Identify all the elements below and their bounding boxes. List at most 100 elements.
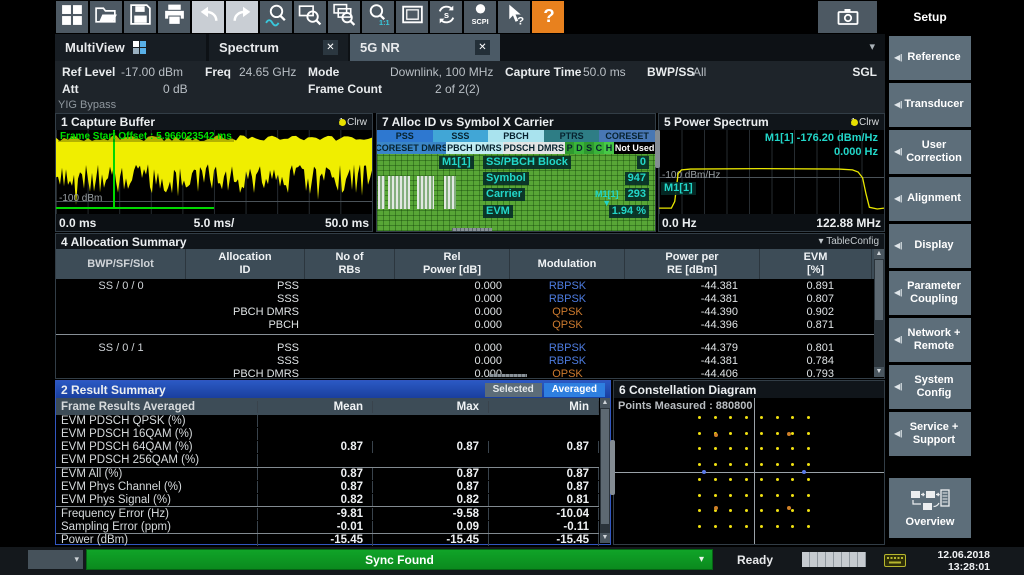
- horizontal-scrollbar[interactable]: [448, 226, 496, 233]
- vertical-scrollbar[interactable]: ▲ ▼: [874, 249, 884, 377]
- softkey-user-correction[interactable]: ◀|User Correction: [889, 130, 971, 174]
- mode-value[interactable]: Downlink, 100 MHz: [390, 65, 493, 79]
- windows-button[interactable]: [56, 1, 88, 33]
- allocation-row[interactable]: SS / 0 / 1PSS0.000RBPSK-44.3790.801: [56, 341, 874, 354]
- undo-button[interactable]: [192, 1, 224, 33]
- softkey-alignment[interactable]: ◀|Alignment: [889, 177, 971, 221]
- result-view-tab-selected[interactable]: Selected: [485, 383, 542, 397]
- display-window-button[interactable]: [396, 1, 428, 33]
- tab-multiview[interactable]: MultiView: [55, 34, 206, 61]
- window-title-bar[interactable]: 4 Allocation Summary ▾ TableConfig: [56, 234, 884, 249]
- alloc-map-plot[interactable]: M1[1]SS/PBCH Block0Symbol947Carrier293EV…: [377, 154, 655, 231]
- close-tab-icon[interactable]: ✕: [475, 40, 490, 55]
- tab-list-dropdown-icon[interactable]: ▾: [869, 40, 875, 53]
- window-constellation[interactable]: 6 Constellation Diagram Points Measured …: [613, 380, 885, 545]
- bwp-ss-value[interactable]: All: [693, 65, 706, 79]
- allocation-row[interactable]: SSS0.000RBPSK-44.3810.784: [56, 354, 874, 367]
- freq-value[interactable]: 24.65 GHz: [239, 65, 296, 79]
- result-row[interactable]: EVM PDSCH 16QAM (%): [56, 428, 599, 441]
- redo-button[interactable]: [226, 1, 258, 33]
- sequencer-button[interactable]: s: [430, 1, 462, 33]
- date-time[interactable]: 12.06.2018 13:28:01: [905, 549, 990, 573]
- constellation-plot[interactable]: Points Measured : 880800: [614, 398, 884, 544]
- softkey-overview[interactable]: Overview: [889, 478, 971, 538]
- softkey-network-remote[interactable]: ◀|Network + Remote: [889, 318, 971, 362]
- result-row[interactable]: Sampling Error (ppm)-0.010.09-0.11: [56, 520, 599, 533]
- softkey-parameter-coupling[interactable]: ◀|Parameter Coupling: [889, 271, 971, 315]
- softkey-label: Display: [903, 239, 965, 252]
- window-title-bar[interactable]: 7 Alloc ID vs Symbol X Carrier: [377, 114, 655, 130]
- capture-time-value[interactable]: 50.0 ms: [583, 65, 626, 79]
- allocation-row[interactable]: PBCH DMRS0.000QPSK-44.3900.902: [56, 305, 874, 318]
- power-spectrum-plot[interactable]: -100 dBm/Hz M1[1] -176.20 dBm/Hz 0.000 H…: [659, 130, 884, 214]
- window-allocation-summary[interactable]: 4 Allocation Summary ▾ TableConfig BWP/S…: [55, 233, 885, 379]
- status-dropdown[interactable]: ▾: [28, 550, 83, 569]
- constellation-point: [745, 525, 748, 528]
- vertical-scrollbar[interactable]: ▲ ▼: [600, 398, 610, 543]
- result-row[interactable]: EVM PDSCH 64QAM (%)0.870.870.87: [56, 441, 599, 454]
- softkey-service-support[interactable]: ◀|Service + Support: [889, 412, 971, 456]
- result-row[interactable]: Power (dBm)-15.45-15.45-15.45: [56, 533, 599, 547]
- screenshot-button[interactable]: [818, 1, 877, 33]
- window-title-bar[interactable]: 5 Power Spectrum 1 Clrw: [659, 114, 884, 130]
- softkey-display[interactable]: ◀|Display: [889, 224, 971, 268]
- window-alloc-map[interactable]: 7 Alloc ID vs Symbol X Carrier PSSSSSPBC…: [376, 113, 656, 232]
- capture-buffer-plot[interactable]: -100 dBm Frame Start Offset : 5.96602354…: [56, 130, 372, 214]
- constellation-point: [745, 416, 748, 419]
- scroll-down-icon[interactable]: ▼: [600, 533, 610, 543]
- result-row[interactable]: Frequency Error (Hz)-9.81-9.58-10.04: [56, 506, 599, 520]
- open-button[interactable]: [90, 1, 122, 33]
- window-title-bar[interactable]: 1 Capture Buffer 1 Clrw: [56, 114, 372, 130]
- scrollbar-thumb[interactable]: [601, 409, 609, 524]
- pane-resize-handle[interactable]: [655, 130, 660, 168]
- softkey-reference[interactable]: ◀|Reference: [889, 36, 971, 80]
- result-row[interactable]: EVM All (%)0.870.870.87: [56, 467, 599, 481]
- ref-level-value[interactable]: -17.00 dBm: [121, 65, 183, 79]
- zoom-trace-button[interactable]: [260, 1, 292, 33]
- scrollbar-thumb[interactable]: [875, 260, 883, 320]
- allocation-row[interactable]: PBCH DMRS0.000QPSK-44.4060.793: [56, 367, 874, 377]
- marker-m1-chip[interactable]: M1[1]: [439, 156, 474, 169]
- window-result-summary[interactable]: 2 Result Summary SelectedAveraged Frame …: [55, 380, 611, 545]
- pane-resize-handle[interactable]: [610, 440, 615, 495]
- zoom-area-button[interactable]: [294, 1, 326, 33]
- marker-m1-flag-icon[interactable]: M1[1]▼: [595, 190, 619, 208]
- print-button[interactable]: [158, 1, 190, 33]
- result-row[interactable]: EVM Phys Signal (%)0.820.820.81: [56, 493, 599, 506]
- allocation-row[interactable]: SSS0.000RBPSK-44.3810.807: [56, 292, 874, 305]
- window-power-spectrum[interactable]: 5 Power Spectrum 1 Clrw -100 dBm/Hz M1[1…: [658, 113, 885, 232]
- context-help-button[interactable]: ?: [498, 1, 530, 33]
- help-button[interactable]: ?: [532, 1, 564, 33]
- chevron-down-icon: ▾: [699, 554, 704, 565]
- scroll-down-icon[interactable]: ▼: [874, 367, 884, 377]
- scpi-button[interactable]: SCPI: [464, 1, 496, 33]
- save-button[interactable]: [124, 1, 156, 33]
- att-value[interactable]: 0 dB: [163, 82, 188, 96]
- close-tab-icon[interactable]: ✕: [323, 40, 338, 55]
- result-row[interactable]: EVM PDSCH 256QAM (%): [56, 454, 599, 467]
- marker-m1-label[interactable]: M1[1]: [661, 182, 696, 195]
- table-config-button[interactable]: ▾ TableConfig: [819, 236, 879, 247]
- allocation-row[interactable]: SS / 0 / 0PSS0.000RBPSK-44.3810.891: [56, 279, 874, 292]
- sync-status-bar[interactable]: Sync Found ▾: [86, 549, 713, 570]
- axis-min-label: 0.0 Hz: [662, 216, 697, 230]
- scroll-up-icon[interactable]: ▲: [600, 398, 610, 408]
- scroll-up-icon[interactable]: ▲: [874, 249, 884, 259]
- tab-5gnr[interactable]: 5G NR ✕: [350, 34, 500, 61]
- softkey-system-config[interactable]: ◀|System Config: [889, 365, 971, 409]
- horizontal-scrollbar[interactable]: [485, 372, 531, 379]
- result-view-tab-averaged[interactable]: Averaged: [544, 383, 605, 397]
- softkey-setup[interactable]: Setup: [889, 0, 971, 34]
- window-title-bar[interactable]: 6 Constellation Diagram: [614, 381, 884, 398]
- window-capture-buffer[interactable]: 1 Capture Buffer 1 Clrw -100 dBm Frame S…: [55, 113, 373, 232]
- zoom-multi-window-button[interactable]: [328, 1, 360, 33]
- keyboard-icon[interactable]: [884, 554, 906, 572]
- result-row[interactable]: EVM PDSCH QPSK (%): [56, 415, 599, 428]
- result-row[interactable]: EVM Phys Channel (%)0.870.870.87: [56, 480, 599, 493]
- frame-count-value[interactable]: 2 of 2(2): [435, 82, 480, 96]
- softkey-transducer[interactable]: ◀|Transducer: [889, 83, 971, 127]
- zoom-1to1-button[interactable]: 1:1: [362, 1, 394, 33]
- window-title-bar[interactable]: 2 Result Summary SelectedAveraged: [56, 381, 610, 398]
- tab-spectrum[interactable]: Spectrum ✕: [209, 34, 348, 61]
- allocation-row[interactable]: PBCH0.000QPSK-44.3960.871: [56, 318, 874, 331]
